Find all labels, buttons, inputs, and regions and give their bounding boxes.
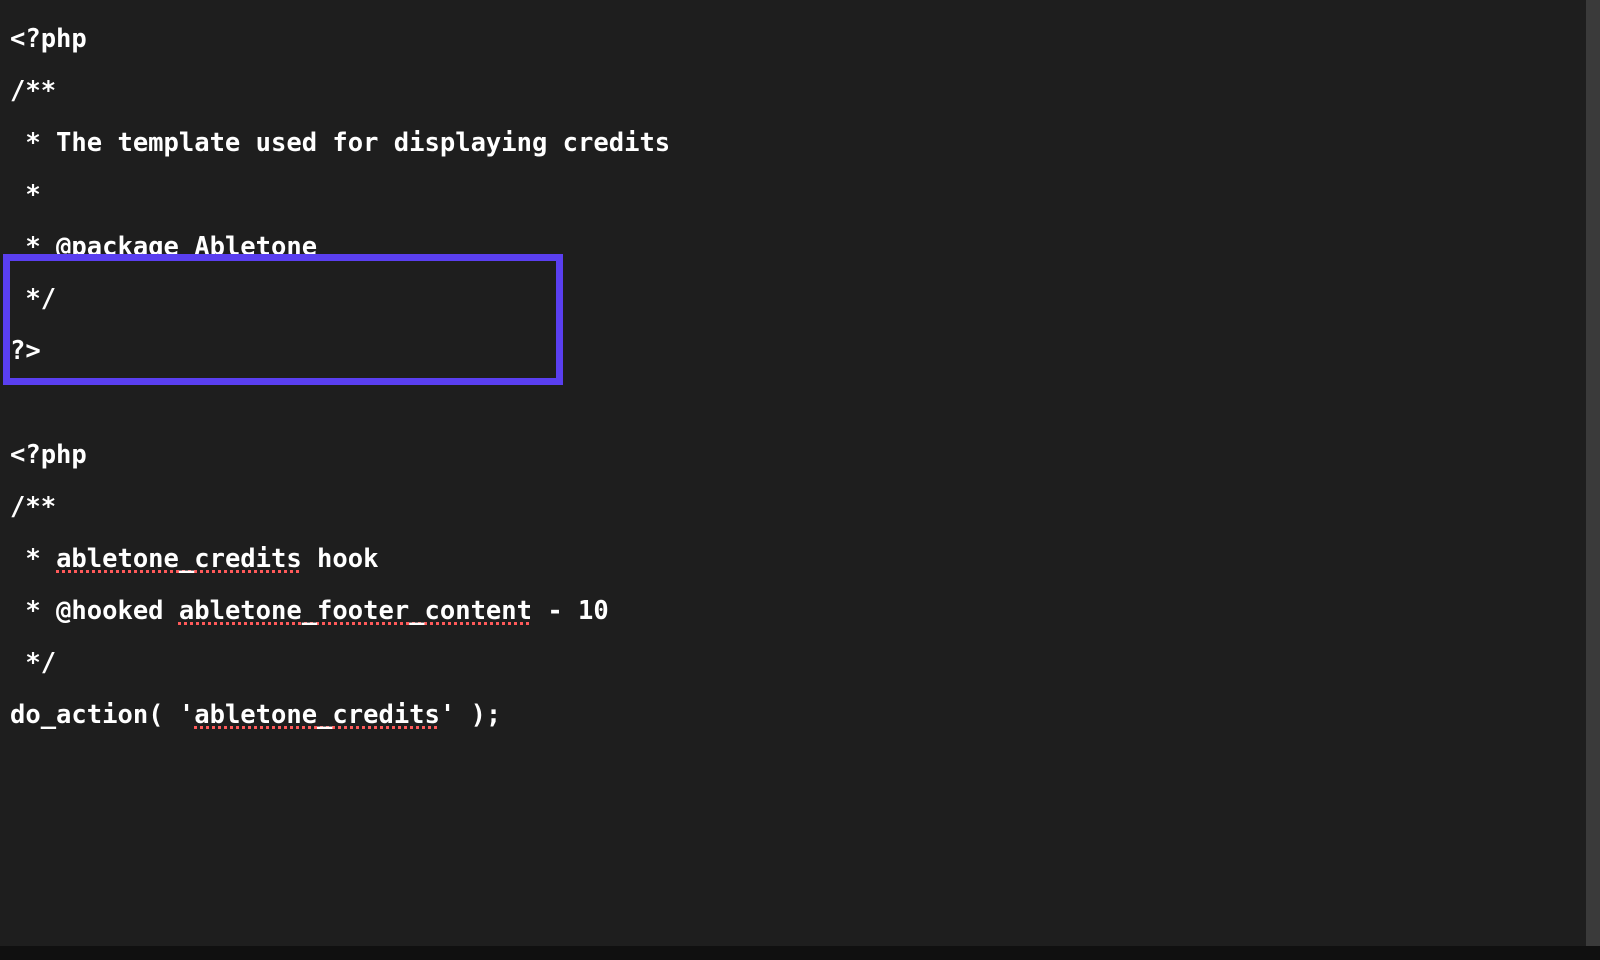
code-line[interactable]: * abletone_credits hook bbox=[10, 546, 1586, 572]
code-line[interactable]: */ bbox=[10, 650, 1586, 676]
vertical-scrollbar-track[interactable] bbox=[1586, 0, 1600, 946]
code-line[interactable]: do_action( 'abletone_credits' ); bbox=[10, 702, 1586, 728]
code-text: - 10 bbox=[532, 596, 609, 626]
code-line[interactable]: <?php bbox=[10, 442, 1586, 468]
code-line[interactable]: * The template used for displaying credi… bbox=[10, 130, 1586, 156]
code-text: * bbox=[10, 544, 56, 574]
spellcheck-word[interactable]: abletone_footer_content bbox=[179, 596, 532, 626]
code-line[interactable]: /** bbox=[10, 494, 1586, 520]
code-text: hook bbox=[302, 544, 379, 574]
vertical-scrollbar-thumb[interactable] bbox=[1586, 0, 1600, 946]
spellcheck-word[interactable]: abletone_credits bbox=[194, 700, 440, 730]
editor-viewport[interactable]: <?php /** * The template used for displa… bbox=[0, 0, 1586, 946]
code-line[interactable]: /** bbox=[10, 78, 1586, 104]
editor-window: <?php /** * The template used for displa… bbox=[0, 0, 1600, 960]
code-text: * @hooked bbox=[10, 596, 179, 626]
code-line[interactable]: * bbox=[10, 182, 1586, 208]
code-text: ' ); bbox=[440, 700, 501, 730]
code-text: * @package bbox=[10, 232, 194, 262]
code-line[interactable]: <?php bbox=[10, 26, 1586, 52]
spellcheck-word[interactable]: Abletone bbox=[194, 232, 317, 262]
code-line[interactable]: * @hooked abletone_footer_content - 10 bbox=[10, 598, 1586, 624]
code-line[interactable]: * @package Abletone bbox=[10, 234, 1586, 260]
code-area[interactable]: <?php /** * The template used for displa… bbox=[0, 0, 1586, 780]
status-bar bbox=[0, 946, 1600, 960]
code-line[interactable] bbox=[10, 390, 1586, 416]
code-text: do_action( ' bbox=[10, 700, 194, 730]
code-line[interactable]: ?> bbox=[10, 338, 1586, 364]
spellcheck-word[interactable]: abletone_credits bbox=[56, 544, 302, 574]
code-line[interactable]: */ bbox=[10, 286, 1586, 312]
